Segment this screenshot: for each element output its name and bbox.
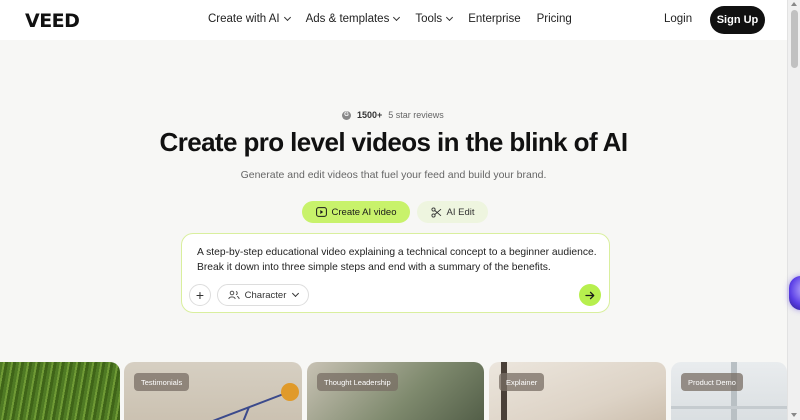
scissors-icon — [430, 206, 441, 218]
add-attachment-button[interactable]: + — [189, 284, 211, 306]
scroll-down-arrow-icon[interactable] — [791, 413, 797, 417]
ai-edit-tab[interactable]: AI Edit — [417, 201, 488, 223]
play-icon — [315, 207, 327, 217]
review-summary: G 1500+ 5 star reviews — [342, 110, 444, 120]
card-image — [501, 362, 507, 420]
nav-item-ads-templates[interactable]: Ads & templates — [305, 13, 401, 25]
nav-item-label: Create with AI — [208, 13, 280, 25]
chevron-down-icon — [446, 13, 454, 22]
card-tag: Explainer — [499, 373, 545, 391]
nav-item-label: Pricing — [536, 13, 572, 25]
assistant-orb-button[interactable] — [789, 276, 800, 310]
scrollbar-thumb[interactable] — [791, 10, 798, 68]
nav-item-tools[interactable]: Tools — [415, 13, 454, 25]
veed-logo[interactable]: VEED — [25, 10, 80, 32]
top-navbar: VEED Create with AI Ads & templates Tool… — [0, 0, 787, 40]
plus-icon: + — [195, 287, 205, 303]
character-label: Character — [244, 289, 287, 301]
video-card-testimonials[interactable]: Testimonials — [124, 362, 302, 420]
prompt-input[interactable]: A step-by-step educational video explain… — [197, 245, 607, 275]
video-card-thought-leadership[interactable]: Thought Leadership — [307, 362, 484, 420]
scroll-up-arrow-icon[interactable] — [791, 2, 797, 6]
login-link[interactable]: Login — [664, 13, 692, 25]
review-count: 1500+ — [357, 110, 383, 120]
chevron-down-icon — [292, 289, 300, 298]
page: VEED Create with AI Ads & templates Tool… — [0, 0, 800, 420]
review-label: 5 star reviews — [388, 110, 444, 120]
create-ai-video-tab[interactable]: Create AI video — [302, 201, 410, 223]
create-ai-video-label: Create AI video — [331, 206, 397, 218]
chevron-down-icon — [283, 13, 291, 22]
nav-item-label: Tools — [415, 13, 443, 25]
character-select[interactable]: Character — [217, 284, 309, 306]
ai-edit-label: AI Edit — [446, 206, 475, 218]
page-scrollbar[interactable] — [787, 0, 800, 420]
card-tag: Testimonials — [134, 373, 190, 391]
hero-subtitle: Generate and edit videos that fuel your … — [240, 169, 547, 181]
card-tag: Product Demo — [681, 373, 743, 391]
video-card-grass[interactable] — [0, 362, 120, 420]
nav-item-enterprise[interactable]: Enterprise — [468, 13, 520, 25]
people-icon — [227, 290, 240, 300]
nav-item-pricing[interactable]: Pricing — [537, 13, 572, 25]
prompt-box: A step-by-step educational video explain… — [181, 233, 610, 313]
chevron-down-icon — [393, 13, 401, 22]
hero-title: Create pro level videos in the blink of … — [159, 127, 629, 157]
card-image — [671, 362, 787, 420]
main-menu: Create with AI Ads & templates Tools Ent… — [208, 13, 588, 25]
card-image — [212, 383, 299, 420]
nav-item-label: Enterprise — [468, 13, 521, 25]
nav-item-label: Ads & templates — [305, 13, 390, 25]
signup-button[interactable]: Sign Up — [710, 6, 765, 34]
send-button[interactable] — [579, 284, 601, 306]
card-tag: Thought Leadership — [317, 373, 398, 391]
nav-item-create-with-ai[interactable]: Create with AI — [208, 13, 291, 25]
video-card-product-demo[interactable]: Product Demo — [671, 362, 787, 420]
google-icon: G — [342, 110, 351, 120]
arrow-right-icon — [585, 291, 595, 299]
video-card-explainer[interactable]: Explainer — [489, 362, 666, 420]
